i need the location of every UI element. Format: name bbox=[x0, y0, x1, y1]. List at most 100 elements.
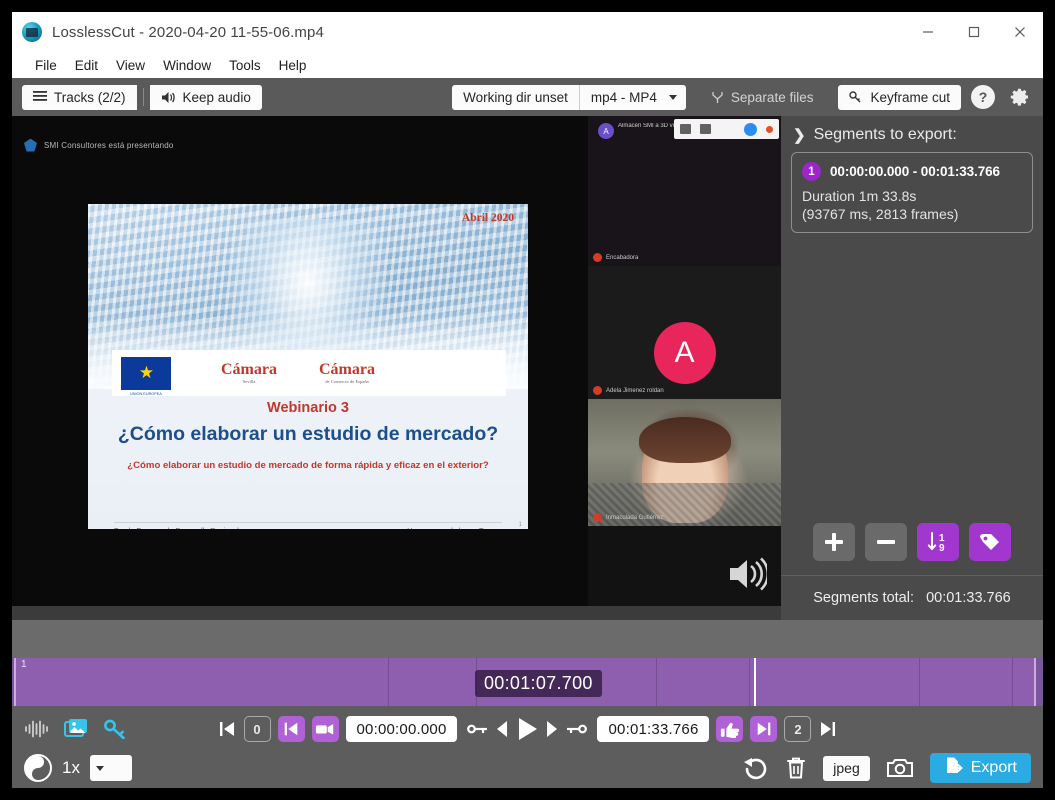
step-backward-icon[interactable] bbox=[497, 720, 510, 738]
webcam-video bbox=[588, 399, 781, 526]
keep-audio-button[interactable]: Keep audio bbox=[150, 85, 262, 110]
key-right-icon[interactable] bbox=[566, 722, 588, 736]
separate-files-button[interactable]: Separate files bbox=[700, 85, 825, 110]
waveform-icon[interactable] bbox=[24, 720, 50, 738]
question-mark-icon[interactable]: ? bbox=[971, 85, 995, 109]
video-player[interactable]: SMI Consultores está presentando Abril 2… bbox=[12, 116, 781, 606]
participant-tile[interactable]: A Almacén SMI a 3D vida Encabadora bbox=[588, 116, 781, 266]
chevron-right-icon[interactable]: ❯ bbox=[793, 126, 806, 144]
current-segment-indicator[interactable]: 0 bbox=[244, 716, 271, 742]
working-dir-label: Working dir unset bbox=[463, 90, 568, 105]
segment-number-badge: 1 bbox=[802, 162, 821, 181]
working-dir-button[interactable]: Working dir unset bbox=[452, 85, 579, 110]
segments-header[interactable]: ❯ Segments to export: bbox=[781, 116, 1043, 152]
timeline-playhead[interactable] bbox=[754, 658, 756, 706]
gear-icon[interactable] bbox=[1007, 84, 1033, 110]
segments-header-label: Segments to export: bbox=[814, 126, 957, 144]
camara-logo-2-sub: de Comercio de España bbox=[319, 380, 375, 385]
menu-item-edit[interactable]: Edit bbox=[66, 56, 107, 75]
eu-flag-icon: UNIÓN EUROPEA bbox=[121, 357, 171, 390]
slide-date-label: Abril 2020 bbox=[462, 212, 514, 224]
add-segment-button[interactable] bbox=[813, 523, 855, 561]
menu-item-view[interactable]: View bbox=[107, 56, 154, 75]
segment-header-row: 1 00:00:00.000 - 00:01:33.766 bbox=[802, 162, 1022, 181]
participant-tile[interactable]: A Adela Jimenez roldan bbox=[588, 266, 781, 399]
playback-speed-group: 1x bbox=[24, 754, 132, 782]
participant-tile[interactable]: Inmaculada Gutiérrez bbox=[588, 399, 781, 526]
presenting-banner: SMI Consultores está presentando bbox=[12, 134, 412, 156]
capture-format-select[interactable]: jpeg bbox=[823, 756, 869, 781]
keyframe-cut-button[interactable]: Keyframe cut bbox=[838, 85, 961, 110]
timeline-current-time: 00:01:07.700 bbox=[475, 670, 602, 697]
app-window: LosslessCut - 2020-04-20 11-55-06.mp4 Fi… bbox=[12, 12, 1043, 788]
sort-segments-button[interactable]: 1 9 bbox=[917, 523, 959, 561]
chevron-down-icon bbox=[96, 766, 104, 771]
participant-name: Inmaculada Gutiérrez bbox=[606, 515, 663, 521]
slide-footer-left: Fondo Europeo de Desarrollo Regional bbox=[114, 526, 239, 529]
losslesscut-logo-icon bbox=[22, 22, 42, 42]
screen-share-icon bbox=[680, 124, 691, 134]
output-format-select[interactable]: mp4 - MP4 bbox=[579, 85, 686, 110]
segment-count-indicator[interactable]: 2 bbox=[784, 716, 811, 742]
play-icon[interactable] bbox=[517, 717, 539, 741]
export-button[interactable]: Export bbox=[930, 753, 1031, 783]
jump-next-icon[interactable] bbox=[750, 716, 777, 742]
camara-logo-1-text: Cámara bbox=[221, 361, 277, 378]
timeline-tick bbox=[919, 658, 920, 706]
participant-name-badge: Adela Jimenez roldan bbox=[593, 386, 664, 395]
timeline-tick bbox=[749, 658, 750, 706]
tracks-button[interactable]: Tracks (2/2) bbox=[22, 85, 137, 110]
mic-muted-icon bbox=[593, 253, 602, 262]
images-icon[interactable] bbox=[64, 718, 90, 740]
presenting-text: SMI Consultores está presentando bbox=[44, 141, 174, 150]
list-item[interactable]: 1 00:00:00.000 - 00:01:33.766 Duration 1… bbox=[791, 152, 1033, 233]
keyframe-cut-label: Keyframe cut bbox=[870, 90, 950, 105]
close-icon[interactable] bbox=[997, 12, 1043, 52]
set-cut-end-icon[interactable] bbox=[716, 716, 743, 742]
volume-high-icon[interactable] bbox=[727, 557, 767, 596]
slide-footer-right: Una manera de hacer Europa bbox=[407, 526, 502, 529]
menu-item-tools[interactable]: Tools bbox=[220, 56, 270, 75]
key-icon[interactable] bbox=[104, 719, 128, 739]
speed-select[interactable] bbox=[90, 755, 132, 781]
slide-webinar-label: Webinario 3 bbox=[88, 400, 528, 416]
segment-actions: 1 9 bbox=[781, 517, 1043, 575]
merge-branch-icon bbox=[711, 91, 724, 104]
timeline-tick bbox=[1012, 658, 1013, 706]
menu-item-window[interactable]: Window bbox=[154, 56, 220, 75]
participant-name-badge: Inmaculada Gutiérrez bbox=[593, 513, 663, 522]
segments-sidebar: ❯ Segments to export: 1 00:00:00.000 - 0… bbox=[781, 116, 1043, 620]
rotate-icon[interactable] bbox=[741, 755, 769, 781]
jump-to-start-icon[interactable] bbox=[217, 719, 237, 739]
set-cut-start-icon[interactable] bbox=[278, 716, 305, 742]
menu-item-help[interactable]: Help bbox=[270, 56, 316, 75]
timeline-tick bbox=[656, 658, 657, 706]
camara-logo-1: Cámara Sevilla bbox=[221, 362, 277, 385]
meeting-toolbar[interactable] bbox=[674, 119, 779, 139]
timeline-ruler bbox=[12, 620, 1043, 658]
timeline[interactable]: 1 00:01:07.700 bbox=[12, 658, 1043, 706]
menu-item-file[interactable]: File bbox=[26, 56, 66, 75]
participant-name: Adela Jimenez roldan bbox=[606, 388, 664, 394]
menu-bar: File Edit View Window Tools Help bbox=[12, 52, 1043, 78]
yin-yang-icon[interactable] bbox=[24, 754, 52, 782]
minimize-icon[interactable] bbox=[905, 12, 951, 52]
label-segment-button[interactable] bbox=[969, 523, 1011, 561]
slide-title: ¿Cómo elaborar un estudio de mercado? bbox=[88, 423, 528, 446]
maximize-icon[interactable] bbox=[951, 12, 997, 52]
remove-segment-button[interactable] bbox=[865, 523, 907, 561]
step-forward-icon[interactable] bbox=[546, 720, 559, 738]
jump-to-end-icon[interactable] bbox=[818, 719, 838, 739]
participant-name: Almacén SMI a 3D vida bbox=[618, 122, 681, 131]
key-left-icon[interactable] bbox=[468, 722, 490, 736]
slide-text-block: Webinario 3 ¿Cómo elaborar un estudio de… bbox=[88, 394, 528, 471]
presentation-slide: Abril 2020 UNIÓN EUROPEA Cámara Sevilla … bbox=[88, 204, 528, 529]
cut-end-time-field[interactable]: 00:01:33.766 bbox=[598, 716, 710, 742]
eu-caption: UNIÓN EUROPEA bbox=[130, 392, 162, 396]
keep-audio-label: Keep audio bbox=[183, 90, 251, 105]
trash-icon[interactable] bbox=[785, 756, 807, 780]
camera-prev-icon[interactable] bbox=[312, 716, 339, 742]
cut-start-time-field[interactable]: 00:00:00.000 bbox=[346, 716, 458, 742]
export-icon bbox=[944, 756, 963, 780]
camera-icon[interactable] bbox=[886, 757, 914, 779]
